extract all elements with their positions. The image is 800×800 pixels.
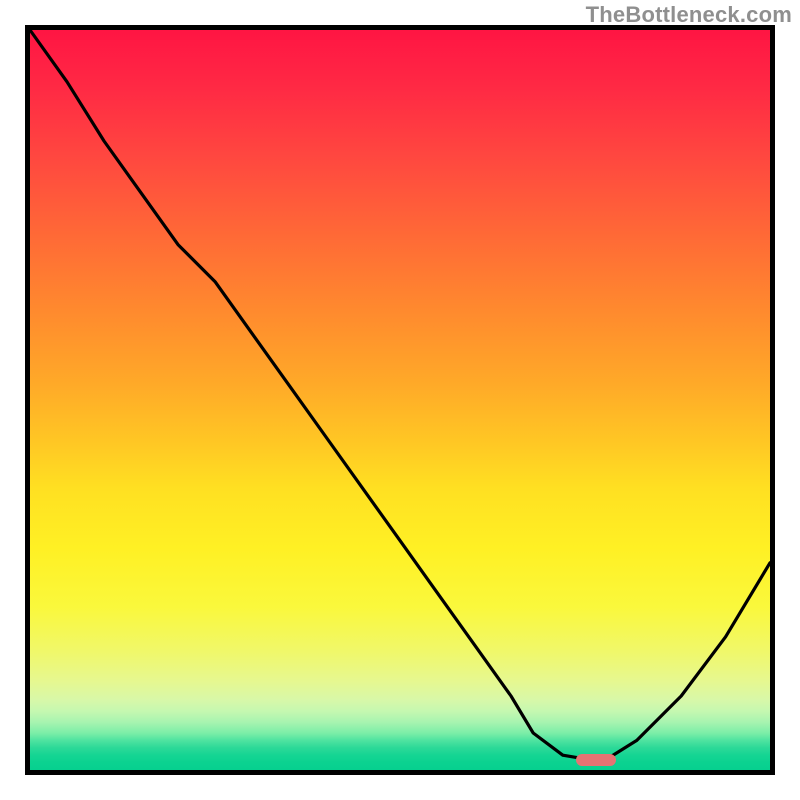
watermark-text: TheBottleneck.com	[586, 2, 792, 28]
chart-frame: TheBottleneck.com	[0, 0, 800, 800]
optimal-range-marker	[576, 754, 617, 766]
curve-svg	[30, 30, 770, 770]
bottleneck-curve	[30, 30, 770, 759]
plot-area	[25, 25, 775, 775]
